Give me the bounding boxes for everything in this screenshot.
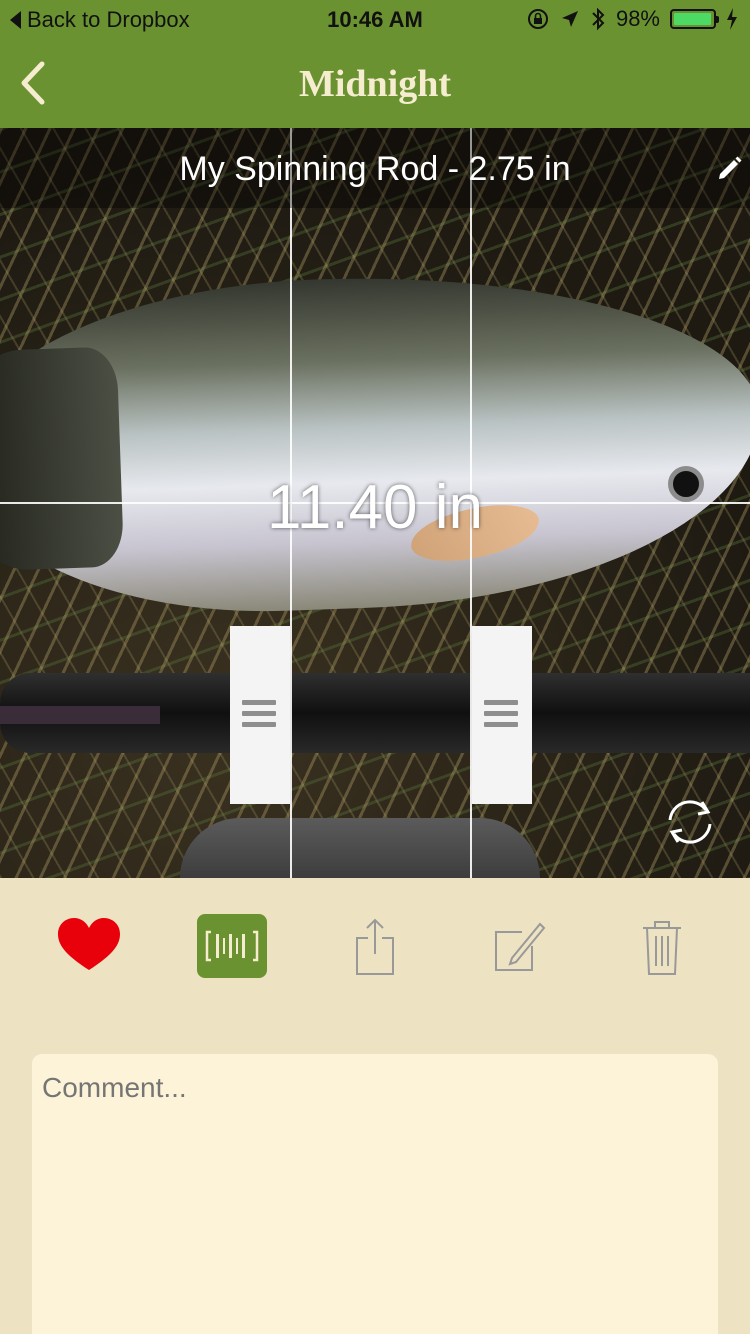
orientation-lock-icon: [527, 9, 548, 29]
pencil-icon[interactable]: [716, 154, 744, 182]
drag-handle-icon: [242, 700, 276, 733]
right-measure-handle[interactable]: [472, 626, 532, 804]
barcode-scan-icon: [205, 930, 259, 962]
reel-image: [180, 818, 540, 878]
trash-icon[interactable]: [627, 914, 697, 978]
location-arrow-icon: [561, 11, 578, 27]
rod-tip-image: [0, 706, 160, 724]
edit-icon[interactable]: [482, 914, 552, 978]
action-toolbar: [0, 878, 750, 1008]
battery-icon: [670, 9, 719, 29]
status-bar: Back to Dropbox 10:46 AM 98%: [0, 0, 750, 40]
battery-percent: 98%: [615, 6, 660, 31]
measure-mode-button[interactable]: [197, 914, 267, 978]
bluetooth-icon: [592, 7, 605, 31]
status-icons: 98%: [526, 6, 738, 32]
heart-icon[interactable]: [54, 914, 124, 978]
nav-bar: Midnight: [0, 40, 750, 128]
measurement-value: 11.40 in: [266, 473, 484, 542]
charging-bolt-icon: [727, 8, 737, 30]
share-icon[interactable]: [340, 914, 410, 978]
drag-handle-icon: [484, 700, 518, 733]
catch-photo[interactable]: My Spinning Rod - 2.75 in 11.40 in: [0, 128, 750, 878]
reference-label: My Spinning Rod - 2.75 in: [179, 150, 571, 188]
comment-field[interactable]: [32, 1054, 718, 1334]
rotate-icon[interactable]: [658, 790, 722, 854]
left-measure-handle[interactable]: [230, 626, 290, 804]
page-title: Midnight: [298, 63, 452, 105]
